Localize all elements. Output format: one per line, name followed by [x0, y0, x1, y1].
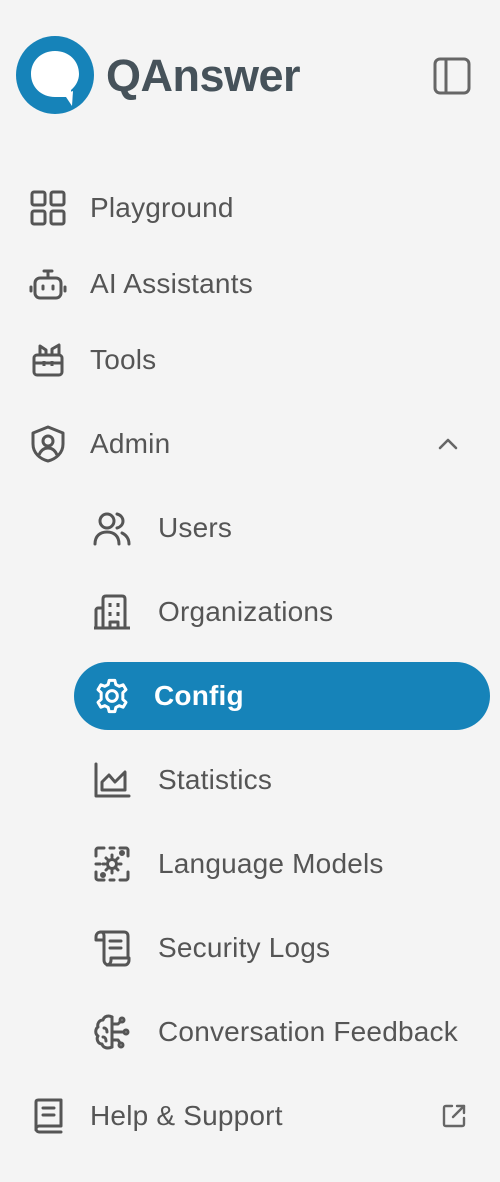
sidebar-item-conversation-feedback[interactable]: Conversation Feedback [88, 1000, 488, 1064]
chart-icon [92, 760, 132, 800]
sidebar-item-label: Config [154, 680, 244, 711]
nav-item-ai-assistants[interactable]: AI Assistants [28, 253, 478, 315]
cpu-icon [92, 844, 132, 884]
nav-item-label: Playground [90, 192, 234, 223]
nav-item-help-support[interactable]: Help & Support [28, 1085, 478, 1147]
sidebar-header: QAnswer [0, 0, 500, 150]
users-icon [92, 508, 132, 548]
nav-item-playground[interactable]: Playground [28, 177, 478, 239]
toggle-sidebar-button[interactable] [428, 52, 476, 100]
brain-icon [92, 1012, 132, 1052]
sidebar-item-organizations[interactable]: Organizations [88, 580, 488, 644]
nav-item-admin[interactable]: Admin [28, 413, 478, 475]
sidebar-item-label: Conversation Feedback [158, 1016, 458, 1047]
sidebar: QAnswer Playground AI Assistants Tools A… [0, 0, 500, 1182]
sidebar-item-label: Users [158, 512, 233, 543]
book-icon [28, 1096, 68, 1136]
shield-user-icon [28, 424, 68, 464]
sidebar-item-label: Statistics [158, 764, 273, 795]
building-icon [92, 592, 132, 632]
sidebar-item-label: Language Models [158, 848, 384, 879]
chevron-up-icon[interactable] [434, 430, 462, 458]
nav-item-label: Admin [90, 428, 171, 459]
nav-item-tools[interactable]: Tools [28, 329, 478, 391]
sidebar-item-language-models[interactable]: Language Models [88, 832, 488, 896]
sidebar-panel-icon [433, 57, 471, 95]
qanswer-logo-icon [16, 36, 94, 114]
external-link-icon [438, 1100, 470, 1132]
grid-icon [28, 188, 68, 228]
nav-item-label: Help & Support [90, 1100, 283, 1131]
nav-item-label: Tools [90, 344, 157, 375]
sidebar-item-security-logs[interactable]: Security Logs [88, 916, 488, 980]
gear-icon [92, 676, 132, 716]
brand-logo[interactable]: QAnswer [14, 34, 301, 116]
nav-item-label: AI Assistants [90, 268, 253, 299]
sidebar-item-label: Organizations [158, 596, 334, 627]
sidebar-item-statistics[interactable]: Statistics [88, 748, 488, 812]
toolbox-icon [28, 340, 68, 380]
scroll-icon [92, 928, 132, 968]
brand-name: QAnswer [106, 49, 301, 101]
sidebar-item-label: Security Logs [158, 932, 331, 963]
sidebar-item-users[interactable]: Users [88, 496, 488, 560]
robot-icon [28, 264, 68, 304]
sidebar-item-config[interactable]: Config [74, 662, 490, 730]
